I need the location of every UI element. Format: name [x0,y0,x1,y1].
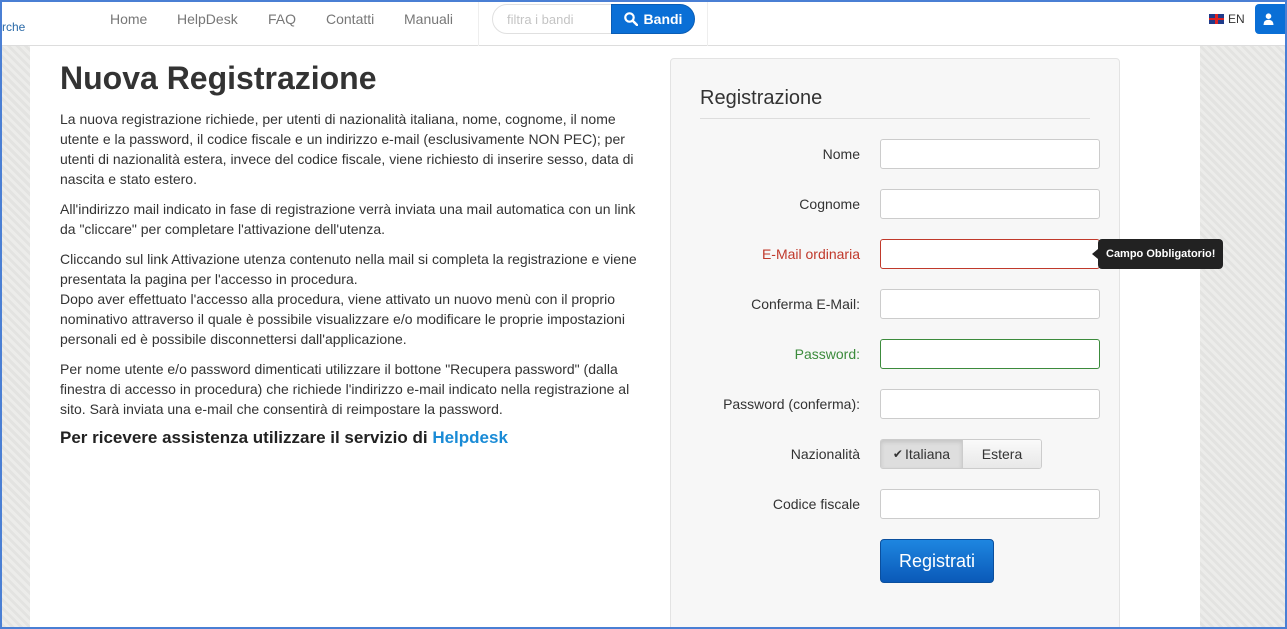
nazionalita-label: Nazionalità [790,446,860,462]
nav-contatti[interactable]: Contatti [326,11,374,27]
cognome-label: Cognome [799,196,860,212]
nome-label: Nome [822,146,860,162]
info-paragraph: Dopo aver effettuato l'accesso alla proc… [60,291,625,347]
page-title: Nuova Registrazione [60,60,377,96]
nazionalita-option-estera[interactable]: Estera [963,440,1041,468]
check-icon: ✔ [892,447,903,461]
cognome-field[interactable] [880,189,1100,219]
search-input[interactable] [492,4,622,34]
info-paragraph: La nuova registrazione richiede, per ute… [60,111,634,187]
language-label: EN [1228,12,1245,26]
registration-form-title: Registrazione [700,87,823,109]
helpdesk-link[interactable]: Helpdesk [432,428,508,447]
nav-manuali[interactable]: Manuali [404,11,453,27]
nav-home[interactable]: Home [110,11,147,27]
uk-flag-icon [1209,14,1224,24]
nazionalita-option-italiana[interactable]: ✔ Italiana [881,440,963,468]
search-button[interactable]: Bandi [611,4,695,34]
email-field[interactable] [880,239,1100,269]
registrati-button[interactable]: Registrati [880,539,994,583]
info-paragraph: All'indirizzo mail indicato in fase di r… [60,201,636,237]
brand-fragment[interactable]: rche [2,20,25,34]
info-paragraph: Per nome utente e/o password dimenticati… [60,361,630,417]
info-paragraph: Cliccando sul link Attivazione utenza co… [60,251,637,287]
registration-info: La nuova registrazione richiede, per ute… [60,109,640,429]
nome-field[interactable] [880,139,1100,169]
page-background-right [1200,0,1287,629]
option-label: Italiana [904,446,951,462]
page-background-left [0,0,30,629]
password-label: Password: [794,346,860,362]
search-icon [623,12,638,26]
password-conferma-label: Password (conferma): [723,396,860,412]
nav-helpdesk[interactable]: HelpDesk [177,11,238,27]
option-label: Estera [981,446,1023,462]
language-switch[interactable]: EN [1209,12,1245,26]
user-menu-button[interactable] [1255,4,1287,34]
assistance-line: Per ricevere assistenza utilizzare il se… [60,428,508,448]
password-field[interactable] [880,339,1100,369]
password-conferma-field[interactable] [880,389,1100,419]
nazionalita-toggle: ✔ Italiana Estera [880,439,1042,469]
required-field-tooltip: Campo Obbligatorio! [1091,239,1224,269]
panel-divider [700,118,1090,119]
top-navbar: rche Home HelpDesk FAQ Contatti Manuali … [0,0,1287,46]
email-label: E-Mail ordinaria [761,246,860,262]
nav-faq[interactable]: FAQ [268,11,296,27]
codice-fiscale-label: Codice fiscale [772,496,860,512]
search-button-label: Bandi [643,11,683,27]
conferma-email-label: Conferma E-Mail: [751,296,860,312]
codice-fiscale-field[interactable] [880,489,1100,519]
user-icon [1263,13,1274,25]
assistance-text: Per ricevere assistenza utilizzare il se… [60,428,433,447]
conferma-email-field[interactable] [880,289,1100,319]
